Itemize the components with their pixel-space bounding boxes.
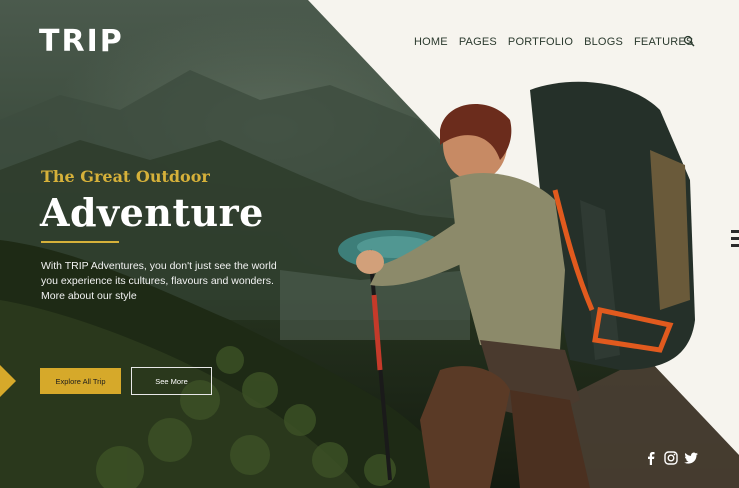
hero-headline: Adventure	[40, 190, 264, 235]
hero-description: With TRIP Adventures, you don't just see…	[41, 259, 301, 304]
facebook-icon[interactable]	[644, 451, 658, 465]
twitter-icon[interactable]	[684, 451, 698, 465]
see-more-button[interactable]: See More	[131, 367, 212, 395]
hero-description-line: More about our style	[41, 290, 137, 302]
hero-description-line: you experience its cultures, flavours an…	[41, 275, 274, 287]
headline-underline	[41, 241, 119, 243]
nav-pages[interactable]: PAGES	[459, 36, 497, 48]
slider-pagination[interactable]	[729, 230, 739, 260]
instagram-icon[interactable]	[664, 451, 678, 465]
hiker-figure	[356, 81, 695, 488]
slider-dot[interactable]	[731, 230, 739, 233]
hero-eyebrow: The Great Outdoor	[41, 167, 210, 186]
nav-blogs[interactable]: BLOGS	[584, 36, 623, 48]
slider-dot[interactable]	[731, 244, 739, 247]
nav-home[interactable]: HOME	[414, 36, 448, 48]
brand-logo[interactable]: TRIP	[39, 24, 124, 59]
nav-portfolio[interactable]: PORTFOLIO	[508, 36, 573, 48]
explore-all-trip-button[interactable]: Explore All Trip	[40, 368, 121, 394]
main-nav: HOME PAGES PORTFOLIO BLOGS FEATURES	[414, 36, 693, 48]
search-icon[interactable]	[683, 35, 695, 47]
slider-dot[interactable]	[731, 237, 739, 240]
hero-description-line: With TRIP Adventures, you don't just see…	[41, 260, 277, 272]
slider-prev-arrow-icon[interactable]	[0, 365, 16, 397]
social-links	[644, 451, 698, 465]
